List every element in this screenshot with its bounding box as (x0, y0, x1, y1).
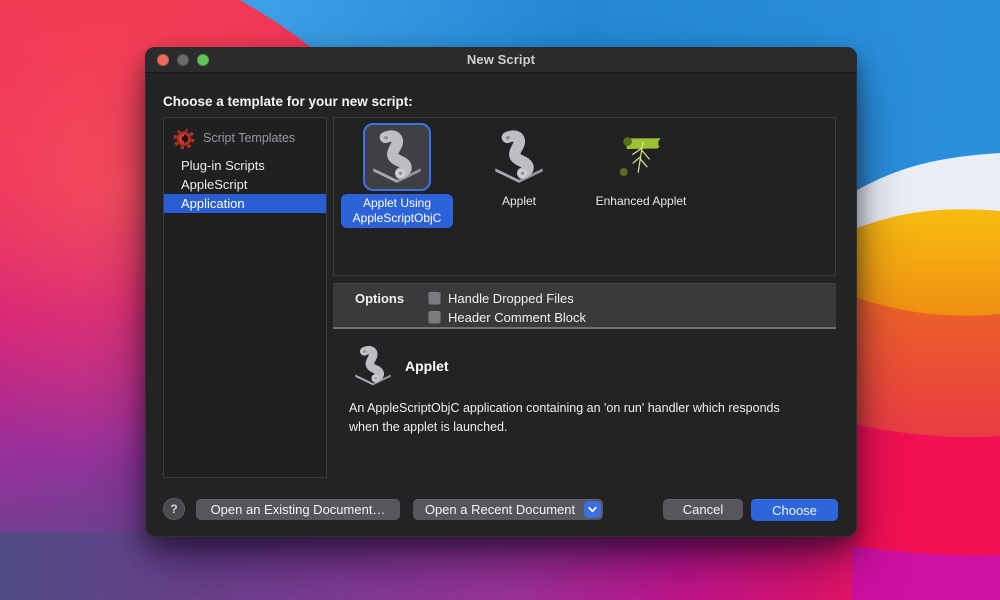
footer-bar: ? Open an Existing Document… Open a Rece… (145, 497, 857, 523)
template-category-list: Script Templates Plug-in Scripts AppleSc… (163, 117, 327, 478)
enhanced-applet-icon (613, 129, 669, 185)
template-enhanced-applet[interactable]: Enhanced Applet (583, 123, 699, 209)
applescript-applet-icon (491, 129, 547, 185)
template-applet[interactable]: Applet (461, 123, 577, 209)
template-label: Applet Using AppleScriptObjC (341, 194, 453, 228)
options-label: Options (333, 290, 428, 307)
dropdown-label: Open a Recent Document (425, 502, 575, 517)
options-section: Options Handle Dropped Files Header Comm… (333, 283, 836, 329)
checkbox-icon (428, 292, 441, 305)
checkbox-handle-dropped-files[interactable]: Handle Dropped Files (428, 290, 586, 307)
chevron-down-icon (584, 501, 601, 518)
template-description: Applet An AppleScriptObjC application co… (333, 331, 836, 438)
template-tile (485, 123, 553, 191)
template-label: Applet (502, 194, 536, 209)
open-recent-document-dropdown[interactable]: Open a Recent Document (413, 499, 603, 520)
choose-button[interactable]: Choose (751, 499, 838, 521)
template-tile (363, 123, 431, 191)
close-button[interactable] (157, 54, 169, 66)
title-bar: New Script (145, 47, 857, 73)
checkbox-header-comment-block[interactable]: Header Comment Block (428, 309, 586, 326)
checkbox-label: Handle Dropped Files (448, 291, 574, 306)
applescript-applet-icon (352, 345, 394, 387)
template-tile (607, 123, 675, 191)
script-debugger-gear-icon (172, 126, 196, 150)
dialog-heading: Choose a template for your new script: (163, 94, 413, 109)
template-applet-using-applescriptobjc[interactable]: Applet Using AppleScriptObjC (339, 123, 455, 228)
template-label: Enhanced Applet (596, 194, 687, 209)
minimize-button[interactable] (177, 54, 189, 66)
new-script-dialog: New Script Choose a template for your ne… (145, 47, 857, 537)
description-text: An AppleScriptObjC application containin… (349, 399, 803, 438)
cancel-button[interactable]: Cancel (663, 499, 743, 520)
template-grid: Applet Using AppleScriptObjC Applet Enha… (333, 117, 836, 276)
sidebar-header: Script Templates (164, 118, 326, 152)
sidebar-item-plugin-scripts[interactable]: Plug-in Scripts (164, 156, 326, 175)
sidebar-header-label: Script Templates (203, 131, 295, 145)
sidebar-item-applescript[interactable]: AppleScript (164, 175, 326, 194)
description-title: Applet (405, 358, 449, 374)
checkbox-icon (428, 311, 441, 324)
applescript-applet-icon (369, 129, 425, 185)
sidebar-item-application[interactable]: Application (164, 194, 326, 213)
help-button[interactable]: ? (163, 498, 185, 520)
zoom-button[interactable] (197, 54, 209, 66)
open-existing-document-button[interactable]: Open an Existing Document… (196, 499, 400, 520)
window-title: New Script (467, 52, 535, 67)
checkbox-label: Header Comment Block (448, 310, 586, 325)
